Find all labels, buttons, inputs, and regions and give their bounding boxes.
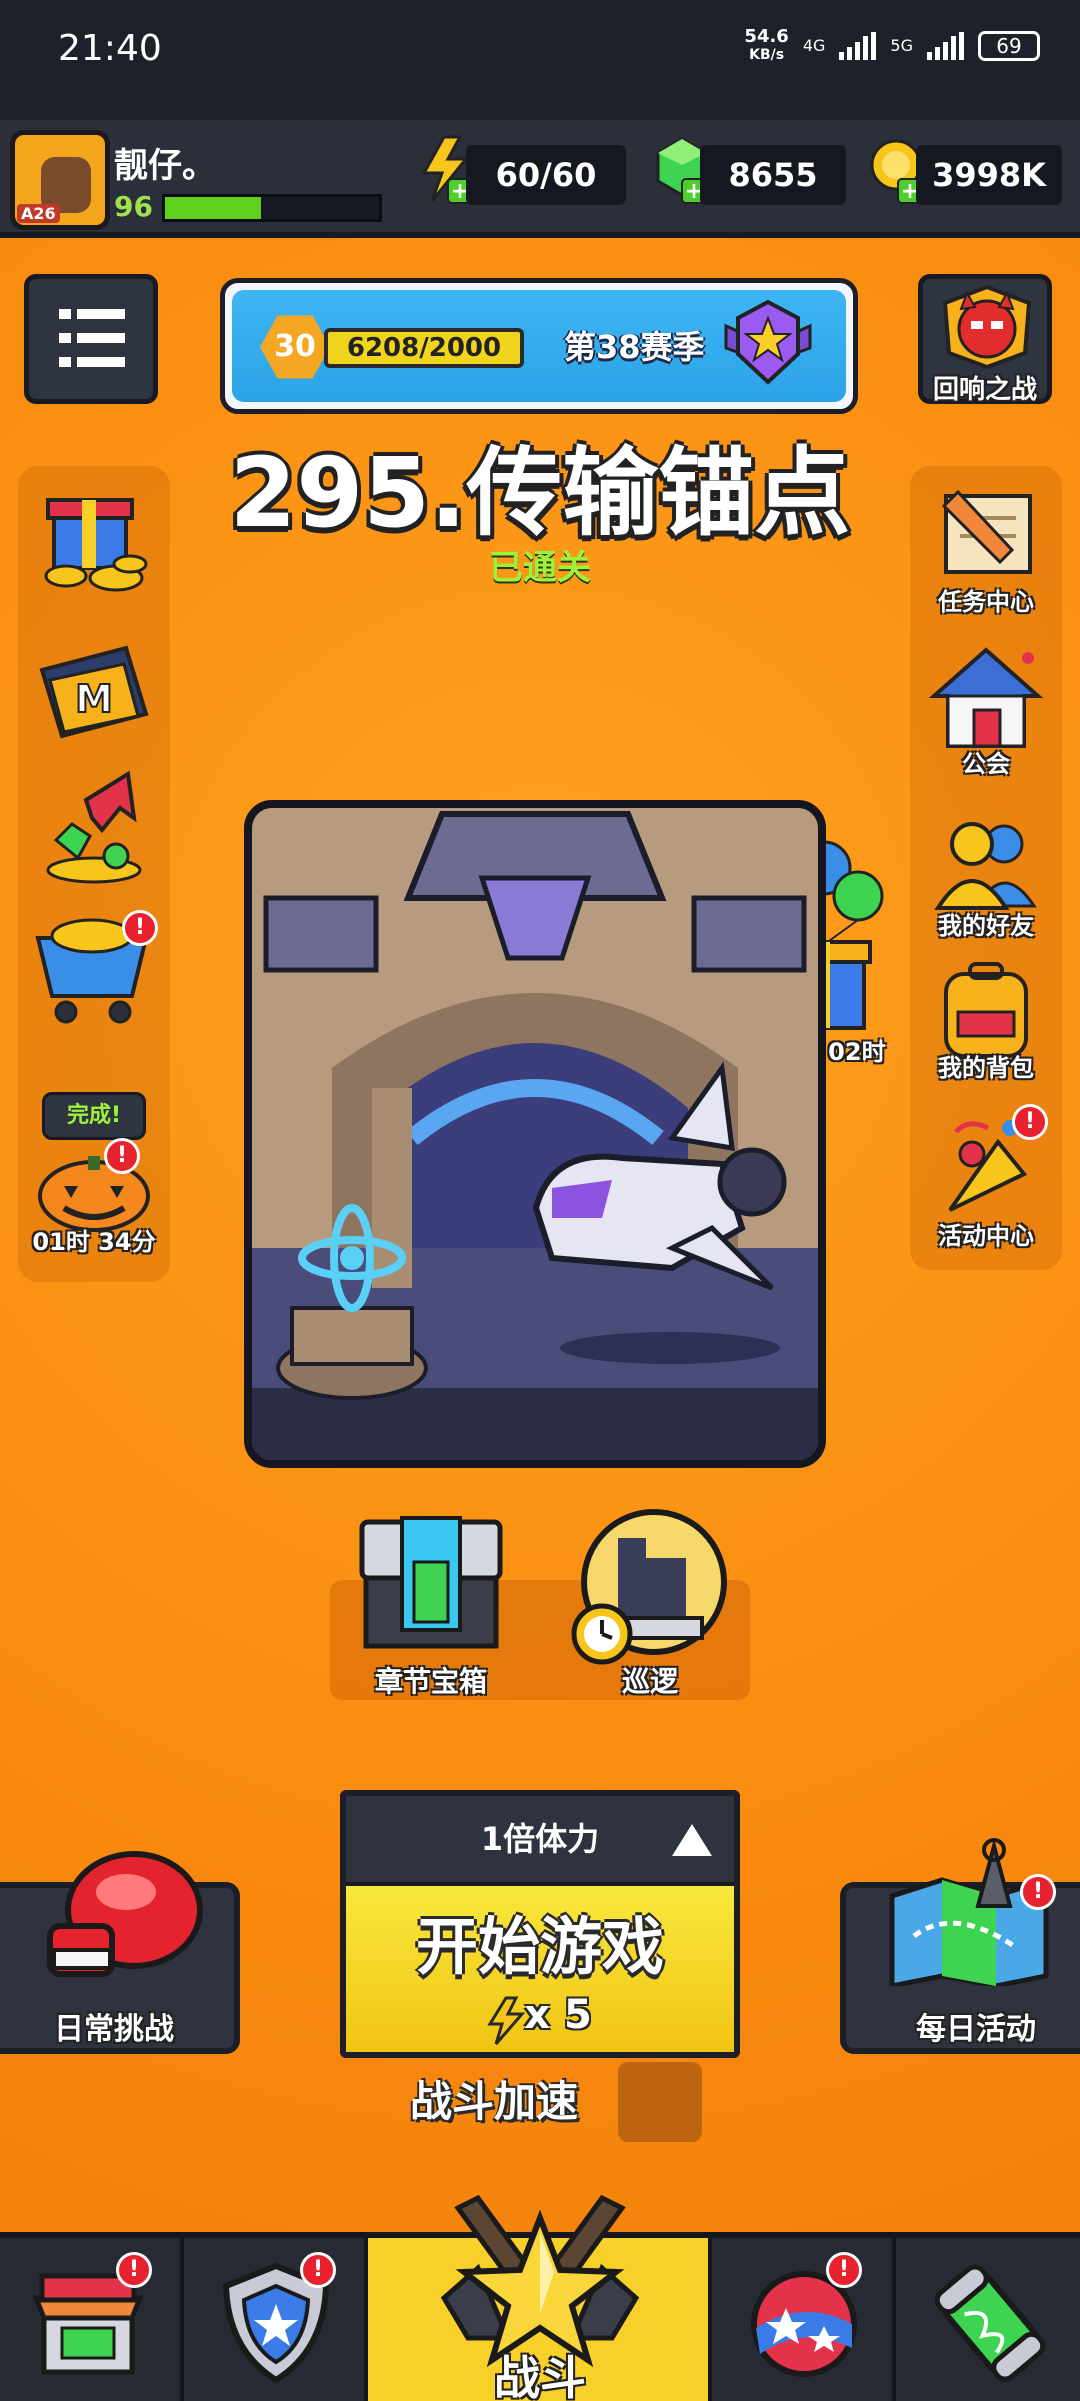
patrol-label: 巡逻 (621, 1665, 678, 1698)
monthly-card-icon[interactable]: M (34, 640, 154, 750)
demon-icon (942, 284, 1032, 369)
events-label: 活动中心 (938, 1222, 1034, 1250)
daily-challenge-label: 日常挑战 (54, 2012, 174, 2047)
energy-multiplier-label: 1倍体力 (480, 1820, 600, 1858)
battle-speed-label: 战斗加速 (410, 2077, 579, 2126)
start-panel: 1倍体力 开始游戏 x 5 (340, 1790, 740, 2058)
nav-shop[interactable]: ! (0, 2238, 184, 2401)
gem-value: 8655 (700, 145, 846, 205)
echo-battle-label: 回响之战 (932, 375, 1037, 405)
bottom-navigation: ! ! 战斗 ! (0, 2194, 1080, 2401)
signal-icon (839, 32, 877, 60)
talents-nav-badge: ! (826, 2252, 862, 2288)
growth-fund-icon[interactable] (36, 770, 152, 888)
guild-house-icon[interactable] (928, 644, 1044, 754)
nav-evolution[interactable] (896, 2238, 1080, 2401)
chapter-chest-icon[interactable] (356, 1512, 506, 1652)
treasure-map-icon[interactable] (884, 1836, 1054, 1986)
avatar-level: A26 (17, 204, 60, 223)
events-alert-badge: ! (1012, 1104, 1048, 1140)
shop-alert-badge: ! (122, 910, 158, 946)
nav-battle[interactable]: 战斗 (368, 2194, 712, 2401)
start-game-label: 开始游戏 (415, 1910, 664, 1983)
nav-battle-label: 战斗 (494, 2351, 586, 2401)
battle-star-icon (440, 2194, 640, 2368)
dna-capsule-icon (934, 2264, 1046, 2382)
halloween-complete-tag: 完成! (42, 1092, 146, 1140)
clock: 21:40 (58, 28, 162, 69)
menu-button[interactable] (24, 274, 158, 404)
net-speed-unit: KB/s (749, 47, 785, 63)
start-game-cost: x 5 (524, 1992, 592, 2038)
daily-event-label: 每日活动 (916, 2012, 1036, 2047)
player-level: 96 (114, 190, 153, 223)
daily-event-alert-badge: ! (1020, 1874, 1056, 1910)
network-type-2: 5G (890, 36, 913, 55)
list-icon (59, 309, 125, 367)
energy-multiplier-selector[interactable]: 1倍体力 (346, 1796, 734, 1882)
season-progress: 6208/2000 (324, 328, 524, 368)
season-badge-icon (724, 299, 812, 385)
top-bar: A26 靓仔。 96 + 60/60 + 8655 + 3998K (0, 120, 1080, 238)
net-speed: 54.6 (744, 26, 789, 47)
battery-icon: 69 (978, 31, 1040, 61)
equipment-nav-badge: ! (300, 2252, 336, 2288)
halloween-alert-badge: ! (104, 1138, 140, 1174)
friends-label: 我的好友 (938, 912, 1034, 940)
halloween-timer: 01时 34分 (32, 1228, 156, 1256)
avatar[interactable]: A26 (10, 130, 110, 230)
shop-nav-badge: ! (116, 2252, 152, 2288)
chapter-chest-label: 章节宝箱 (374, 1665, 487, 1698)
teleport-anchor-illustration (252, 808, 818, 1460)
gift-coins-icon[interactable] (36, 484, 154, 596)
stage-scene[interactable] (244, 800, 826, 1468)
task-scroll-icon[interactable] (924, 486, 1046, 582)
triangle-up-icon (672, 1824, 712, 1856)
season-label: 第38赛季 (564, 328, 705, 366)
nav-talents[interactable]: ! (712, 2238, 896, 2401)
energy-value: 60/60 (466, 145, 626, 205)
friends-icon[interactable] (930, 814, 1042, 912)
status-bar: 21:40 54.6 KB/s 4G 5G 69 (0, 0, 1080, 120)
patrol-icon[interactable] (568, 1508, 734, 1668)
backpack-icon[interactable] (932, 960, 1040, 1060)
start-game-button[interactable]: 开始游戏 x 5 (346, 1882, 734, 2052)
coin-value: 3998K (916, 145, 1062, 205)
player-name: 靓仔。 (114, 146, 216, 186)
backpack-label: 我的背包 (938, 1054, 1034, 1082)
tasks-label: 任务中心 (938, 588, 1034, 616)
season-pass-banner[interactable]: 30 6208/2000 第38赛季 (220, 278, 858, 414)
signal-icon-2 (927, 32, 964, 60)
svg-text:M: M (75, 677, 113, 721)
xp-bar-fill (165, 197, 262, 219)
network-type: 4G (802, 36, 826, 55)
battle-speed-toggle[interactable] (618, 2062, 702, 2142)
game-screen: 21:40 54.6 KB/s 4G 5G 69 A26 靓仔。 96 + 60… (0, 0, 1080, 2401)
nav-equipment[interactable]: ! (184, 2238, 368, 2401)
guild-label: 公会 (962, 750, 1010, 778)
xp-bar (162, 194, 382, 222)
echo-battle-button[interactable]: 回响之战 (918, 274, 1052, 405)
boxing-glove-icon[interactable] (40, 1846, 210, 1986)
season-level: 30 (260, 315, 330, 379)
